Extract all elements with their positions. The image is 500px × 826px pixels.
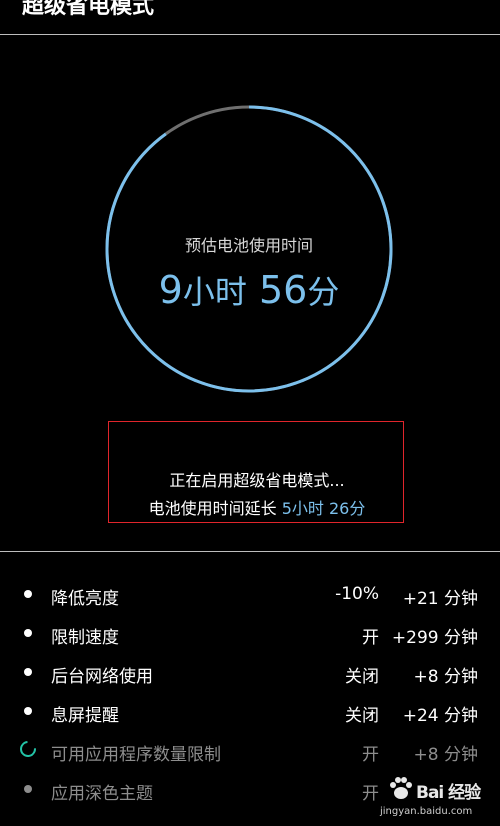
list-item-gain: +8 分钟 — [413, 745, 478, 765]
list-item-label: 息屏提醒 — [51, 706, 119, 726]
watermark-url: jingyan.baidu.com — [380, 806, 473, 817]
list-item-speed-limit: 限制速度 开 +299 分钟 — [0, 615, 500, 654]
status-extension-value: 5小时 26分 — [281, 499, 366, 518]
list-item-label: 限制速度 — [51, 628, 119, 648]
watermark-brand-text: Bai 经验 — [416, 783, 481, 803]
page-title: 超级省电模式 — [22, 0, 155, 19]
list-item-gain: +24 分钟 — [402, 706, 478, 726]
list-item-label: 后台网络使用 — [51, 667, 153, 687]
header-divider — [0, 34, 500, 35]
list-item-gain: +8 分钟 — [413, 667, 478, 687]
list-item-state: -10% — [335, 584, 379, 604]
list-item-gain: +299 分钟 — [391, 628, 478, 648]
list-item-label: 应用深色主题 — [51, 784, 153, 804]
list-item-label: 可用应用程序数量限制 — [51, 745, 221, 765]
paw-logo-icon — [390, 777, 412, 799]
baidu-jingyan-watermark: Bai 经验 jingyan.baidu.com — [378, 770, 481, 822]
list-divider — [0, 551, 500, 552]
check-bullet-icon — [24, 707, 32, 715]
list-item-state: 关闭 — [345, 706, 379, 726]
estimate-value: 9小时 56分 — [105, 267, 393, 313]
list-item-label: 降低亮度 — [51, 589, 119, 609]
estimate-hours-unit: 小时 — [182, 273, 247, 311]
status-box: 正在启用超级省电模式... 电池使用时间延长 5小时 26分 — [108, 421, 404, 523]
estimate-minutes: 56 — [258, 268, 308, 312]
estimate-hours: 9 — [158, 268, 183, 312]
list-item-state: 开 — [362, 745, 379, 765]
list-item-background-network: 后台网络使用 关闭 +8 分钟 — [0, 654, 500, 693]
pending-bullet-icon — [24, 785, 32, 793]
list-item-app-limit: 可用应用程序数量限制 开 +8 分钟 — [0, 732, 500, 771]
list-item-screen-off-reminder: 息屏提醒 关闭 +24 分钟 — [0, 693, 500, 732]
list-item-state: 开 — [362, 784, 379, 804]
status-extension-text: 电池使用时间延长 5小时 26分 — [109, 495, 405, 519]
check-bullet-icon — [24, 590, 32, 598]
list-item-gain: +21 分钟 — [402, 589, 478, 609]
check-bullet-icon — [24, 629, 32, 637]
list-item-state: 开 — [362, 628, 379, 648]
check-bullet-icon — [24, 668, 32, 676]
status-enabling-text: 正在启用超级省电模式... — [169, 471, 345, 490]
battery-ring: 预估电池使用时间 9小时 56分 — [105, 105, 393, 393]
status-extension-prefix: 电池使用时间延长 — [148, 499, 282, 518]
estimate-label: 预估电池使用时间 — [184, 236, 313, 255]
loading-spinner-icon — [16, 737, 40, 761]
list-item-state: 关闭 — [345, 667, 379, 687]
estimate-minutes-unit: 分 — [307, 273, 340, 311]
list-item-brightness: 降低亮度 -10% +21 分钟 — [0, 576, 500, 615]
